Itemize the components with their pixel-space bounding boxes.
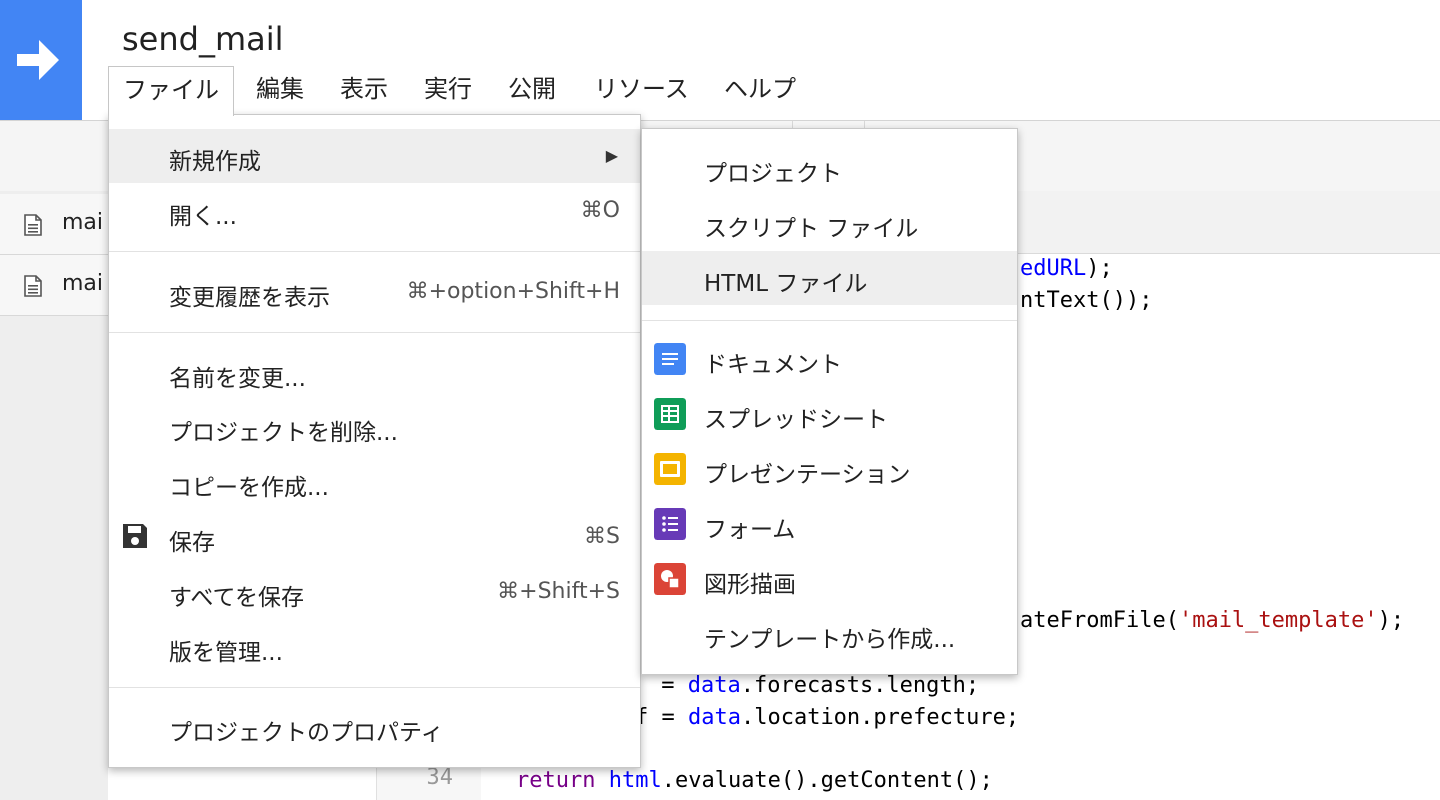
menu-item-label: 変更履歴を表示 xyxy=(169,285,330,311)
submenu-item-label: テンプレートから作成... xyxy=(704,627,956,653)
submenu-item-sheets[interactable]: スプレッドシート xyxy=(642,387,1017,441)
menu-help[interactable]: ヘルプ xyxy=(724,66,796,114)
code-token: ); xyxy=(1377,608,1405,633)
menu-publish[interactable]: 公開 xyxy=(508,66,556,114)
menu-item-delete-project[interactable]: プロジェクトを削除... xyxy=(109,400,640,454)
menu-divider xyxy=(642,320,1017,321)
code-token: = xyxy=(648,673,688,698)
menu-item-label: 名前を変更... xyxy=(169,366,306,392)
menu-item-label: 新規作成 xyxy=(169,149,261,175)
file-menu: 新規作成 ▶ 開く... ⌘O 変更履歴を表示 ⌘+option+Shift+H… xyxy=(108,114,641,768)
menu-resources[interactable]: リソース xyxy=(594,66,689,114)
submenu-item-label: スプレッドシート xyxy=(704,407,888,433)
submenu-item-slides[interactable]: プレゼンテーション xyxy=(642,442,1017,496)
file-name: mai xyxy=(62,271,104,296)
menu-item-label: プロジェクトのプロパティ xyxy=(169,720,444,746)
file-item[interactable]: mai xyxy=(0,255,108,316)
submenu-item-docs[interactable]: ドキュメント xyxy=(642,332,1017,386)
menu-item-revision-history[interactable]: 変更履歴を表示 ⌘+option+Shift+H xyxy=(109,265,640,319)
menu-item-shortcut: ⌘S xyxy=(584,524,620,549)
menu-item-open[interactable]: 開く... ⌘O xyxy=(109,184,640,238)
menu-item-shortcut: ⌘O xyxy=(580,198,620,223)
menu-item-shortcut: ⌘+Shift+S xyxy=(497,579,620,604)
google-slides-icon xyxy=(654,453,686,485)
menu-item-label: 開く... xyxy=(169,204,237,230)
code-line: return html.evaluate().getContent(); xyxy=(516,768,993,793)
menu-view[interactable]: 表示 xyxy=(340,66,388,114)
submenu-item-html-file[interactable]: HTML ファイル xyxy=(642,251,1017,305)
submenu-item-label: プレゼンテーション xyxy=(704,462,911,488)
floppy-disk-icon xyxy=(123,524,147,548)
submenu-item-label: フォーム xyxy=(704,517,796,543)
submenu-item-script-file[interactable]: スクリプト ファイル xyxy=(642,196,1017,250)
google-drawings-icon xyxy=(654,563,686,595)
document-icon xyxy=(24,214,42,236)
code-token: edURL xyxy=(1020,256,1087,281)
file-item[interactable]: mai xyxy=(0,194,108,255)
menu-item-shortcut: ⌘+option+Shift+H xyxy=(406,279,620,304)
google-sheets-icon xyxy=(654,398,686,430)
menu-run[interactable]: 実行 xyxy=(424,66,472,114)
code-token: data xyxy=(687,673,741,698)
document-icon xyxy=(24,275,42,297)
google-docs-icon xyxy=(654,343,686,375)
menu-item-manage-versions[interactable]: 版を管理... xyxy=(109,620,640,674)
app-logo[interactable] xyxy=(0,0,82,120)
submenu-item-from-template[interactable]: テンプレートから作成... xyxy=(642,607,1017,661)
code-string: 'mail_template' xyxy=(1178,608,1378,633)
submenu-arrow-icon: ▶ xyxy=(605,146,618,165)
submenu-item-label: プロジェクト xyxy=(704,161,842,187)
code-token: ); xyxy=(1086,256,1113,281)
code-line: = data.forecasts.length; xyxy=(648,673,979,698)
code-line: ateFromFile('mail_template'); xyxy=(1020,608,1404,633)
submenu-item-project[interactable]: プロジェクト xyxy=(642,141,1017,195)
file-name: mai xyxy=(62,210,104,235)
submenu-item-label: ドキュメント xyxy=(704,352,842,378)
menu-item-label: 版を管理... xyxy=(169,640,283,666)
file-list: mai mai xyxy=(0,191,108,800)
line-number: 34 xyxy=(426,765,454,790)
menu-item-save[interactable]: 保存 ⌘S xyxy=(109,510,640,564)
code-token: .evaluate().getContent(); xyxy=(661,768,993,793)
code-token: .forecasts.length; xyxy=(740,673,980,698)
code-line: ntText()); xyxy=(1020,288,1152,313)
menu-item-make-copy[interactable]: コピーを作成... xyxy=(109,455,640,509)
submenu-item-drawings[interactable]: 図形描画 xyxy=(642,552,1017,606)
menu-item-label: プロジェクトを削除... xyxy=(169,420,398,446)
menu-divider xyxy=(109,251,640,252)
code-token: data xyxy=(687,705,741,730)
new-submenu: プロジェクト スクリプト ファイル HTML ファイル ドキュメント スプレッド… xyxy=(641,128,1018,675)
menu-item-save-all[interactable]: すべてを保存 ⌘+Shift+S xyxy=(109,565,640,619)
submenu-item-forms[interactable]: フォーム xyxy=(642,497,1017,551)
submenu-item-label: HTML ファイル xyxy=(704,271,868,297)
code-token: ateFromFile( xyxy=(1020,608,1179,633)
menu-file[interactable]: ファイル xyxy=(108,66,234,116)
code-token: f = xyxy=(635,705,688,730)
menu-edit[interactable]: 編集 xyxy=(256,66,304,114)
menu-item-rename[interactable]: 名前を変更... xyxy=(109,346,640,400)
project-title[interactable]: send_mail xyxy=(122,20,284,58)
submenu-item-label: 図形描画 xyxy=(704,572,796,598)
menu-item-label: コピーを作成... xyxy=(169,475,329,501)
menu-divider xyxy=(109,687,640,688)
code-line: edURL); xyxy=(1020,256,1113,281)
menu-item-label: 保存 xyxy=(169,530,215,556)
arrow-right-icon xyxy=(17,40,59,80)
menu-divider xyxy=(109,332,640,333)
menu-item-new[interactable]: 新規作成 ▶ xyxy=(109,129,640,183)
code-token: .location.prefecture; xyxy=(740,705,1020,730)
menu-item-label: すべてを保存 xyxy=(169,585,305,611)
menu-item-project-properties[interactable]: プロジェクトのプロパティ xyxy=(109,700,640,754)
code-line: f = data.location.prefecture; xyxy=(635,705,1019,730)
code-keyword: return xyxy=(516,768,596,793)
submenu-item-label: スクリプト ファイル xyxy=(704,216,919,242)
google-forms-icon xyxy=(654,508,686,540)
code-token: ntText()); xyxy=(1020,288,1153,313)
code-token: html xyxy=(608,768,662,793)
